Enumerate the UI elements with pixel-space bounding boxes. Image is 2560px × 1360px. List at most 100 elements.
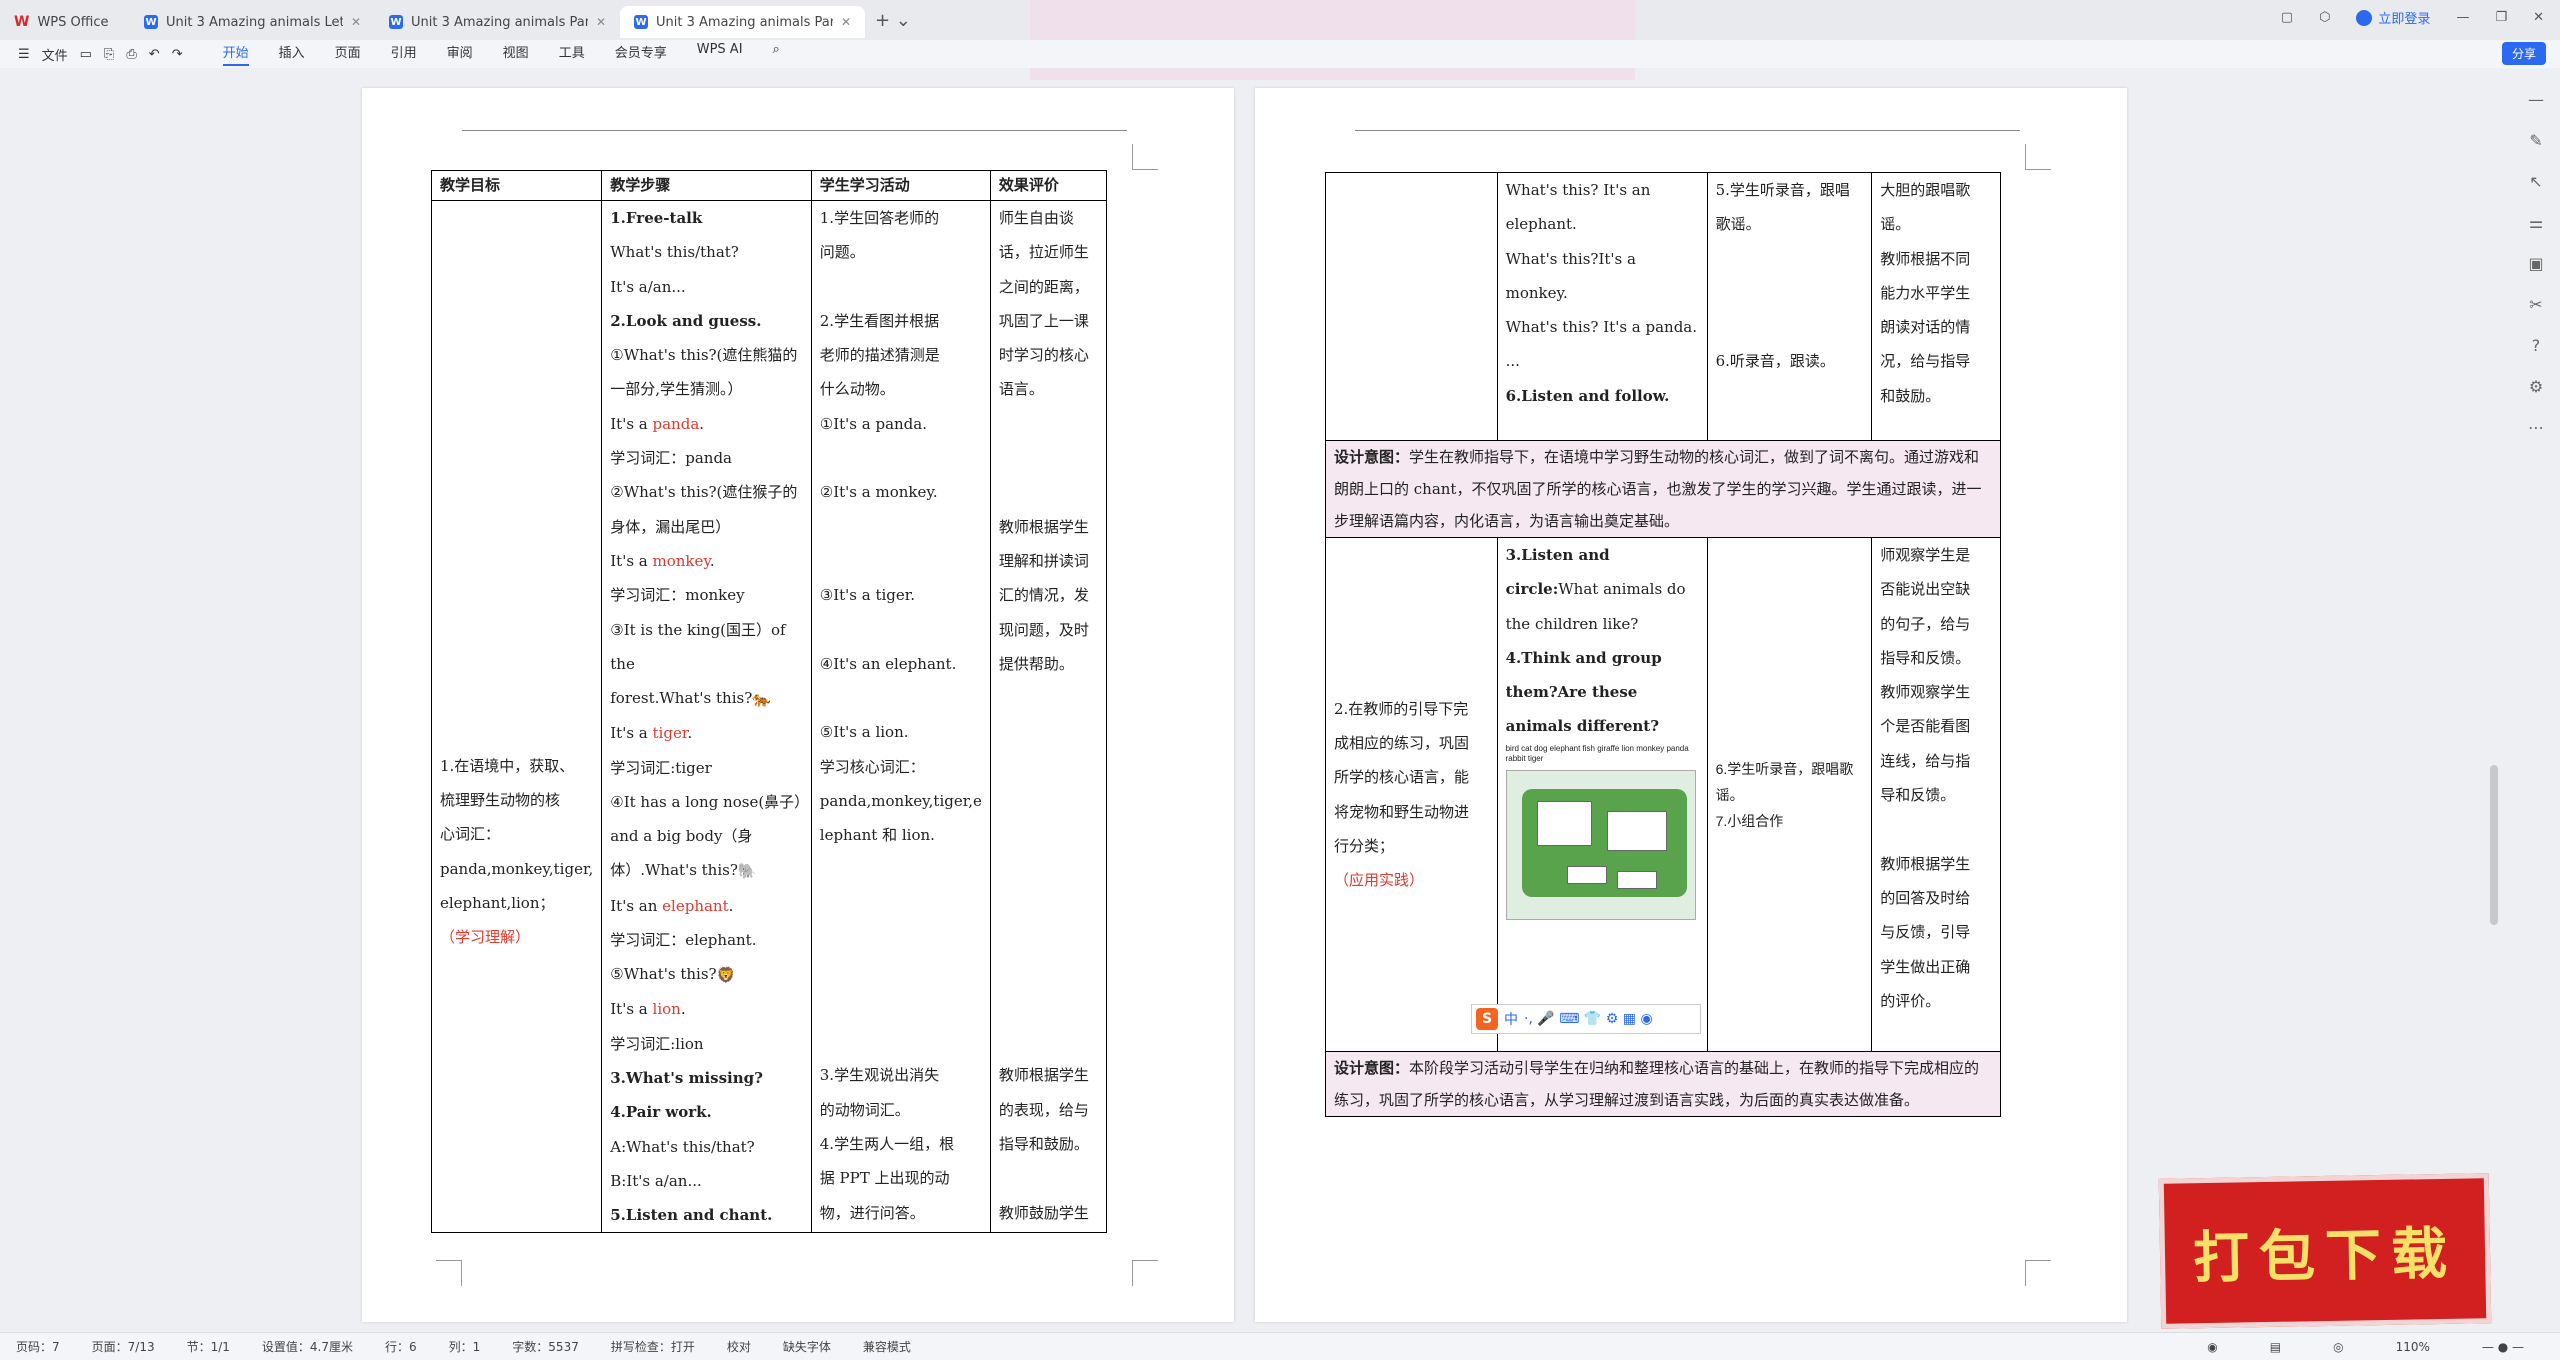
zoom-slider[interactable]: — ● — [2482, 1340, 2524, 1354]
close-tab-icon[interactable]: ✕ [841, 15, 851, 29]
activity-line: 3.学生观说出消失 [819, 1066, 940, 1085]
menu-view[interactable]: 视图 [503, 42, 529, 66]
margin-corner [1132, 1260, 1158, 1286]
image-icon[interactable]: ▣ [2528, 254, 2543, 273]
step-line: forest.What's this?🐅 [610, 681, 803, 716]
download-badge[interactable]: 打包下载 [2158, 1173, 2492, 1329]
menu-member[interactable]: 会员专享 [615, 42, 667, 66]
tools-icon[interactable]: ✂ [2529, 295, 2542, 314]
evaluation-line [999, 407, 1098, 441]
status-item: 页面：7/13 [91, 1340, 155, 1354]
search-icon[interactable]: ⌕ [773, 42, 780, 66]
evaluation-line: 的句子，给与 [1880, 614, 1971, 633]
ime-tools-icon[interactable]: ·, 🎤 ⌨ 👕 ⚙ ▦ ◉ [1524, 1011, 1653, 1027]
save-icon[interactable]: ▭ [80, 47, 92, 62]
share-button[interactable]: 分享 [2501, 42, 2546, 65]
evaluation-line: 况，给与指导 [1880, 352, 1971, 371]
eye-icon[interactable]: ◉ [2207, 1340, 2217, 1354]
activity-line [820, 270, 982, 304]
word-card [1566, 865, 1607, 884]
word-doc-icon: W [144, 15, 158, 29]
step-line: What's this? It's a panda. [1505, 318, 1698, 337]
status-item[interactable]: 缺失字体 [783, 1338, 831, 1355]
layout-icon[interactable]: ▢ [2281, 10, 2293, 25]
status-item[interactable]: 校对 [727, 1338, 751, 1355]
wps-ai-button[interactable]: WPS AI [697, 42, 743, 66]
evaluation-line: 大胆的跟唱歌 [1880, 181, 1971, 199]
status-item[interactable]: 拼写检查：打开 [611, 1338, 695, 1355]
activity-line [820, 613, 982, 647]
more-icon[interactable]: ⋯ [2528, 418, 2544, 437]
redo-icon[interactable]: ↷ [172, 47, 183, 62]
evaluation-line: 巩固了上一课 [998, 311, 1089, 330]
step-line: It's a lion. [610, 1000, 686, 1019]
export-icon[interactable]: ⎘ [104, 47, 114, 62]
step-line: It's a monkey. [610, 551, 715, 570]
web-view-icon[interactable]: ◎ [2333, 1340, 2343, 1354]
minimize-icon[interactable]: — [2456, 10, 2469, 25]
evaluation-line [999, 853, 1098, 887]
lesson-table-1: 教学目标 教学步骤 学生学习活动 效果评价 1.在语境中，获取、 梳理野生动物的核… [430, 170, 1108, 1234]
print-icon[interactable]: ⎙ [126, 47, 136, 62]
tab-doc-2[interactable]: WUnit 3 Amazing animals Part A L✕ [375, 6, 620, 38]
new-tab-icon[interactable]: + ⌄ [875, 10, 911, 31]
page-view-icon[interactable]: ▤ [2270, 1340, 2281, 1354]
tab-doc-1[interactable]: WUnit 3 Amazing animals Letters✕ [130, 6, 375, 38]
step-line: 学习词汇：panda [610, 449, 733, 468]
evaluation-line: 教师根据学生 [998, 1066, 1089, 1085]
menu-insert[interactable]: 插入 [279, 42, 305, 66]
select-icon[interactable]: ↖ [2529, 172, 2542, 191]
evaluation-line: 教师观察学生 [1880, 683, 1971, 702]
tab-doc-3[interactable]: W Unit 3 Amazing animals Par ✕ [620, 6, 865, 38]
ime-toolbar[interactable]: S 中 ·, 🎤 ⌨ 👕 ⚙ ▦ ◉ [1471, 1004, 1701, 1034]
close-icon[interactable]: ✕ [2533, 10, 2544, 25]
header-evaluation: 效果评价 [989, 170, 1108, 201]
file-menu[interactable]: 文件 [42, 45, 68, 64]
restore-icon[interactable]: ❐ [2495, 10, 2507, 25]
status-item: 行：6 [385, 1340, 417, 1354]
menu-page[interactable]: 页面 [335, 42, 361, 66]
activity-line: 2.学生看图并根据 [819, 311, 940, 330]
menu-start[interactable]: 开始 [222, 42, 249, 66]
status-item[interactable]: 兼容模式 [863, 1338, 911, 1355]
step-line: 学习词汇:tiger [610, 758, 712, 777]
cube-icon[interactable]: ⬡ [2319, 10, 2330, 25]
evaluation-line: 理解和拼读词 [998, 551, 1089, 570]
goal-line: elephant,lion； [440, 894, 555, 913]
adjust-icon[interactable]: ⚌ [2529, 213, 2543, 232]
evaluation-cell: 师生自由谈 话，拉近师生 之间的距离， 巩固了上一课 时学习的核心 语言。 教师根据学生理… [989, 199, 1108, 1234]
activity-line: ②It's a monkey. [819, 483, 938, 502]
collapse-icon[interactable]: — [2528, 90, 2544, 109]
zoom-level[interactable]: 110% [2396, 1340, 2430, 1354]
scrollbar-thumb[interactable] [2490, 765, 2498, 925]
activity-line [820, 544, 982, 578]
menu-tools[interactable]: 工具 [559, 42, 585, 66]
undo-icon[interactable]: ↶ [149, 47, 160, 62]
status-item: 字数：5537 [512, 1340, 579, 1354]
login-button[interactable]: 立即登录 [2356, 8, 2430, 27]
help-icon[interactable]: ? [2532, 336, 2541, 355]
evaluation-line [999, 818, 1098, 852]
margin-corner [2025, 144, 2051, 170]
animal-word: lion [652, 1000, 681, 1019]
activity-line [820, 441, 982, 475]
step-line: What's this?It's a monkey. [1505, 249, 1636, 302]
activity-line: 问题。 [819, 243, 865, 262]
evaluation-line: 连线，给与指 [1880, 751, 1971, 770]
activity-line: 6.听录音，跟读。 [1715, 352, 1835, 371]
menu-review[interactable]: 审阅 [447, 42, 473, 66]
evaluation-line: 朗读对话的情 [1880, 318, 1971, 337]
menu-icon[interactable]: ☰ [18, 47, 30, 62]
pen-icon[interactable]: ✎ [2529, 131, 2542, 150]
step-line: 1.Free-talk [610, 209, 703, 227]
header-line [462, 130, 1127, 131]
menu-reference[interactable]: 引用 [391, 42, 417, 66]
close-tab-icon[interactable]: ✕ [596, 15, 606, 29]
step-line: ③It is the king(国王）of the [610, 620, 786, 673]
close-tab-icon[interactable]: ✕ [351, 15, 361, 29]
settings-icon[interactable]: ⚙ [2529, 377, 2543, 396]
step-line: 5.Listen and chant. [610, 1206, 773, 1225]
margin-corner [2025, 1260, 2051, 1286]
activity-line [1716, 310, 1864, 344]
tab-wps-home[interactable]: W WPS Office [0, 6, 130, 38]
